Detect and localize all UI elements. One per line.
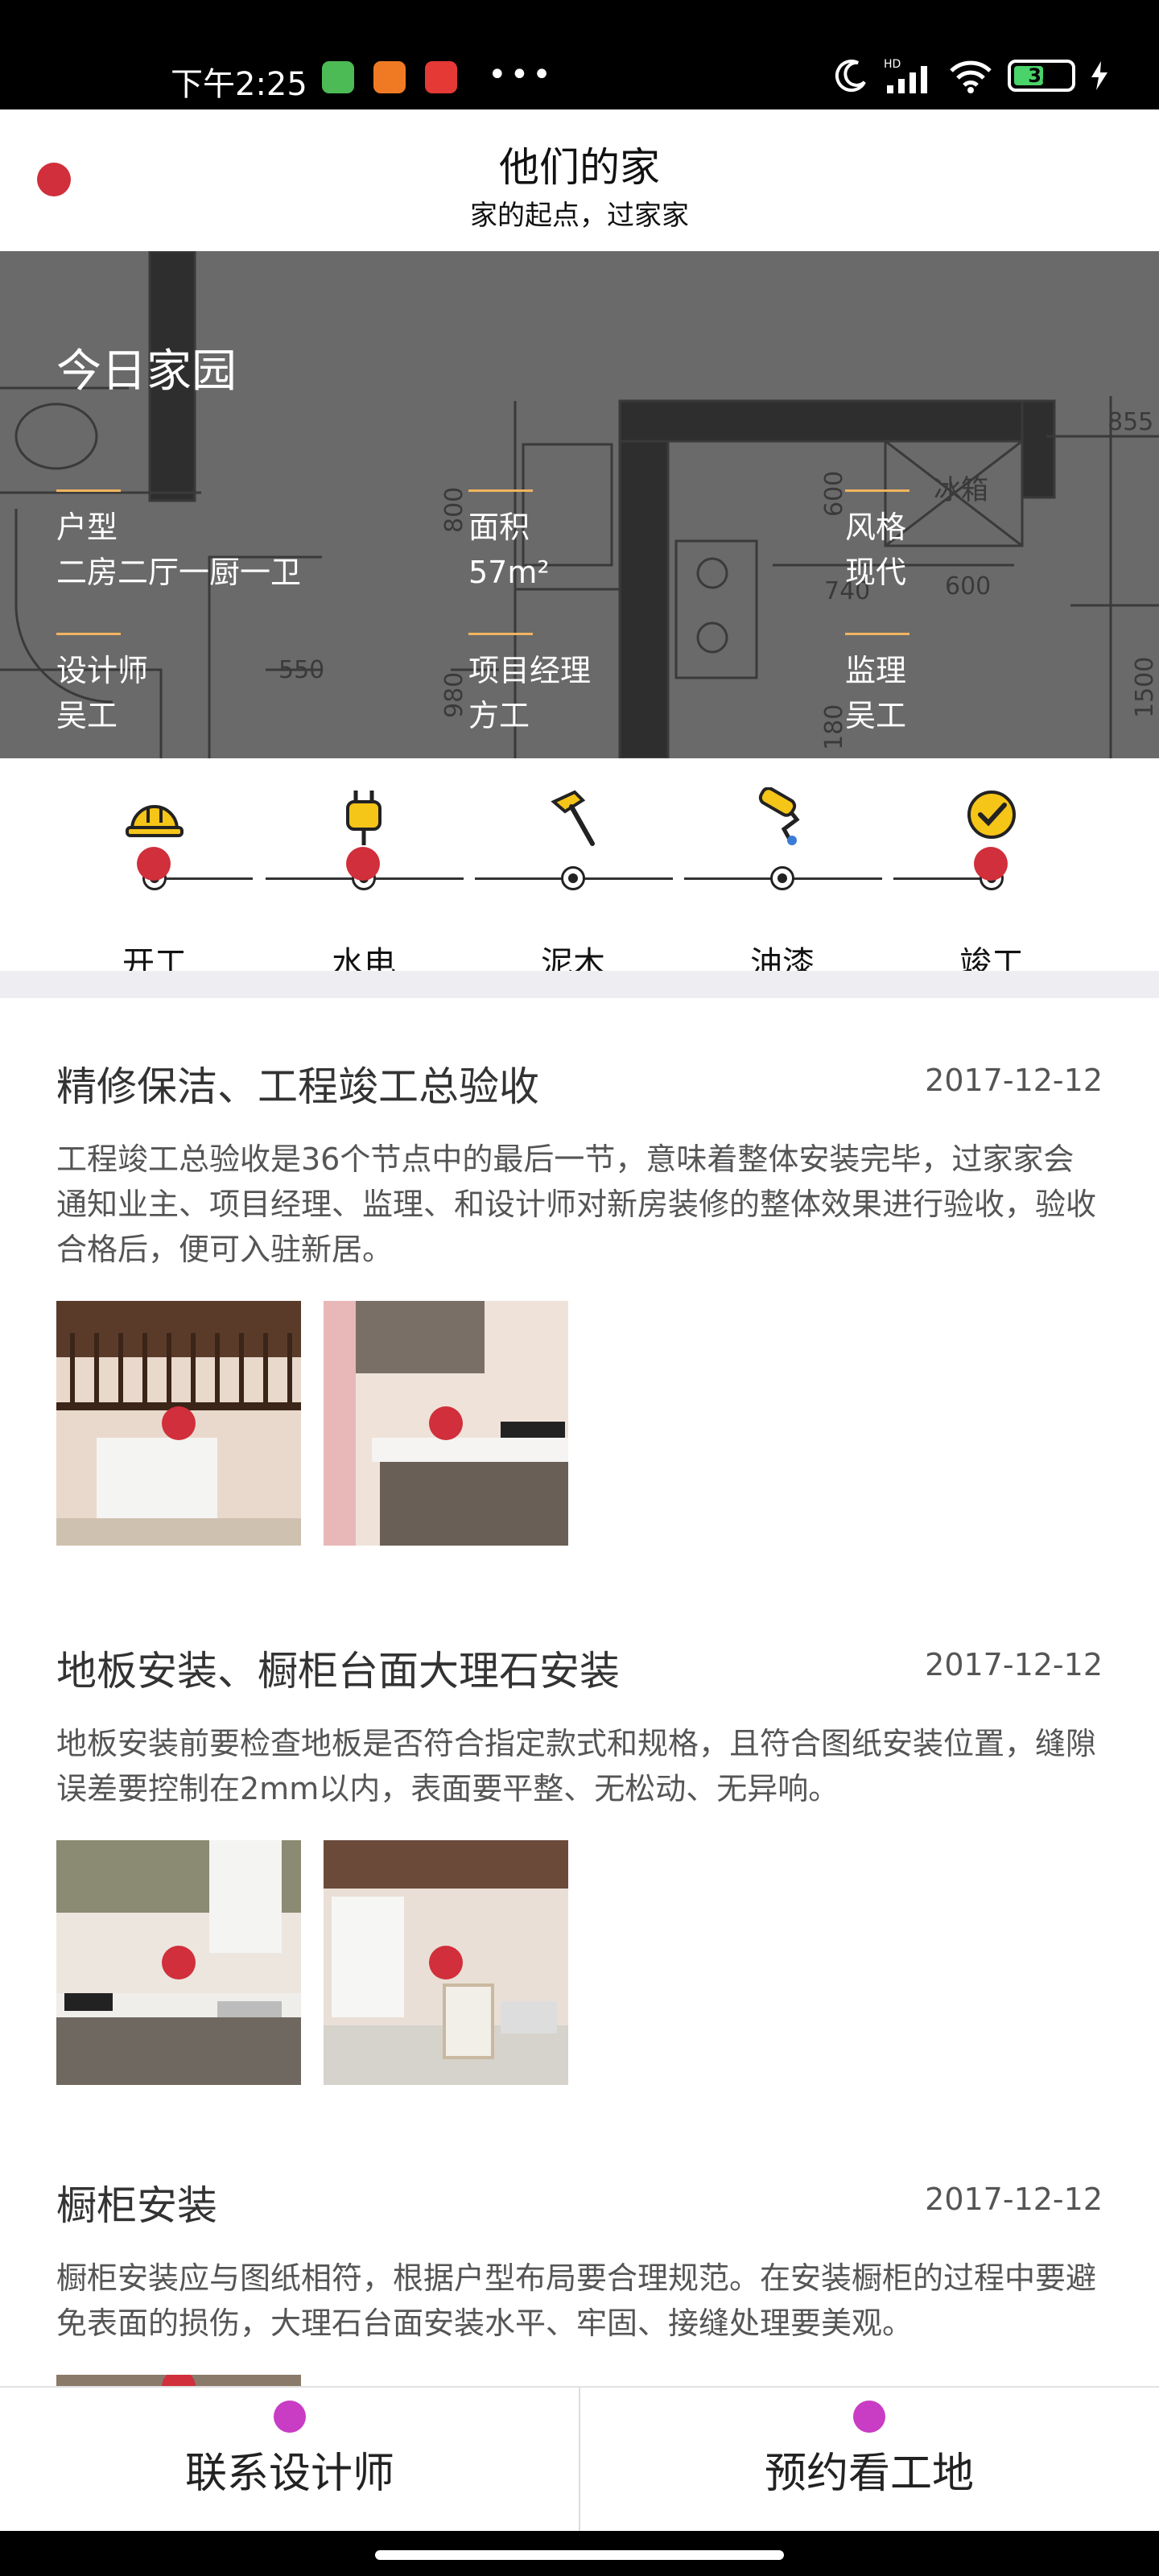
step-start[interactable]: 开工 <box>82 787 227 982</box>
page-header: 他们的家 家的起点，过家家 <box>0 109 1159 251</box>
info-value: 57m² <box>468 555 550 590</box>
home-info-banner: 855 冰箱 600 740 600 800 550 980 180 1500 … <box>0 251 1159 758</box>
step-complete[interactable]: 竣工 <box>919 787 1064 982</box>
entry-photo[interactable] <box>56 1840 301 2085</box>
plan-label: 980 <box>440 672 468 718</box>
info-designer: 设计师 吴工 <box>56 633 148 738</box>
wechat-icon <box>322 61 354 93</box>
plan-label: 550 <box>278 656 324 684</box>
entry-date: 2017-12-12 <box>925 1647 1103 1682</box>
log-entry[interactable]: 地板安装、橱柜台面大理石安装 2017-12-12 地板安装前要检查地板是否符合… <box>56 1639 1103 2085</box>
button-label: 预约看工地 <box>764 2450 974 2498</box>
plug-icon <box>346 791 382 845</box>
entry-photo[interactable] <box>56 1301 301 1546</box>
progress-track <box>161 877 253 880</box>
section-divider <box>0 971 1159 998</box>
plan-label: 冰箱 <box>934 474 988 506</box>
home-app-icon <box>373 61 406 93</box>
contact-designer-button[interactable]: 联系设计师 <box>0 2388 580 2533</box>
info-value: 方工 <box>468 698 530 733</box>
step-marker <box>346 847 380 881</box>
hammer-icon <box>551 790 595 846</box>
info-value: 现代 <box>845 555 907 590</box>
construction-progress: 开工 水电 泥木 油漆 竣工 <box>0 758 1159 982</box>
plan-label: 1500 <box>1131 657 1159 718</box>
plan-label: 600 <box>820 471 848 517</box>
info-manager: 项目经理 方工 <box>468 633 591 738</box>
info-label: 面积 <box>468 510 530 545</box>
wifi-icon <box>950 60 992 93</box>
log-entry[interactable]: 精修保洁、工程竣工总验收 2017-12-12 工程竣工总验收是36个节点中的最… <box>56 1055 1103 1546</box>
info-label: 监理 <box>845 653 907 688</box>
paint-roller-icon <box>758 786 800 845</box>
system-nav-bar <box>0 2531 1159 2576</box>
button-label: 联系设计师 <box>184 2450 394 2498</box>
svg-text:HD: HD <box>884 58 901 71</box>
status-right: HD 33 <box>834 56 1109 95</box>
info-style: 风格 现代 <box>845 489 909 595</box>
photo-marker <box>162 1946 196 1979</box>
entry-photos <box>56 1840 1103 2085</box>
more-notifications-icon: ••• <box>488 56 555 93</box>
photo-marker <box>162 1406 196 1440</box>
page-title: 他们的家 <box>499 144 660 191</box>
signal-icon: HD <box>884 58 927 93</box>
entry-date: 2017-12-12 <box>925 2182 1103 2217</box>
progress-track <box>893 877 990 880</box>
info-value: 吴工 <box>845 698 907 733</box>
step-painting[interactable]: 油漆 <box>710 786 855 982</box>
entry-date: 2017-12-12 <box>925 1063 1103 1098</box>
log-entry[interactable]: 橱柜安装 2017-12-12 橱柜安装应与图纸相符，根据户型布局要合理规范。在… <box>56 2174 1103 2407</box>
step-marker <box>137 847 171 881</box>
info-supervisor: 监理 吴工 <box>845 633 909 738</box>
step-marker <box>974 847 1008 881</box>
button-marker <box>853 2401 885 2433</box>
entry-photo[interactable] <box>324 1301 568 1546</box>
photo-marker <box>429 1406 463 1440</box>
info-label: 项目经理 <box>468 653 592 688</box>
step-plumbing[interactable]: 水电 <box>291 787 436 982</box>
check-badge-icon <box>967 791 1016 839</box>
plan-label: 855 <box>1107 408 1153 436</box>
plan-label: 180 <box>820 704 848 750</box>
info-value: 二房二厅一厨一卫 <box>56 555 302 590</box>
info-layout: 户型 二房二厅一厨一卫 <box>56 489 301 595</box>
step-node <box>770 866 794 890</box>
info-value: 吴工 <box>56 698 118 733</box>
banner-title: 今日家园 <box>56 345 237 398</box>
status-bar: 下午2:25 ••• HD 33 <box>0 0 1159 109</box>
charging-icon <box>1091 61 1107 90</box>
photo-marker <box>429 1946 463 1979</box>
plan-label: 600 <box>945 572 991 601</box>
battery-icon: 33 <box>1008 60 1075 92</box>
info-label: 户型 <box>56 510 118 545</box>
plan-label: 800 <box>440 487 468 533</box>
book-site-visit-button[interactable]: 预约看工地 <box>580 2388 1159 2533</box>
step-carpentry[interactable]: 泥木 <box>501 787 645 982</box>
hard-hat-icon <box>126 805 184 837</box>
moon-icon <box>835 60 866 93</box>
home-gesture-handle[interactable] <box>375 2550 784 2560</box>
entry-description: 工程竣工总验收是36个节点中的最后一节，意味着整体安装完毕，过家家会通知业主、项… <box>56 1141 1097 1267</box>
entry-photos <box>56 1301 1103 1546</box>
info-area: 面积 57m² <box>468 489 550 595</box>
page-subtitle: 家的起点，过家家 <box>470 200 689 232</box>
button-marker <box>274 2401 306 2433</box>
info-label: 设计师 <box>56 653 149 688</box>
tiktok-icon <box>425 61 457 93</box>
entry-description: 橱柜安装应与图纸相符，根据户型布局要合理规范。在安装橱柜的过程中要避免表面的损伤… <box>56 2260 1097 2341</box>
entry-description: 地板安装前要检查地板是否符合指定款式和规格，且符合图纸安装位置，缝隙误差要控制在… <box>56 1726 1097 1806</box>
bottom-action-bar: 联系设计师 预约看工地 <box>0 2386 1159 2533</box>
info-label: 风格 <box>845 510 907 545</box>
step-node <box>561 866 585 890</box>
entry-photo[interactable] <box>324 1840 568 2085</box>
status-time: 下午2:25 <box>171 66 307 103</box>
battery-level: 33 <box>1028 64 1055 87</box>
